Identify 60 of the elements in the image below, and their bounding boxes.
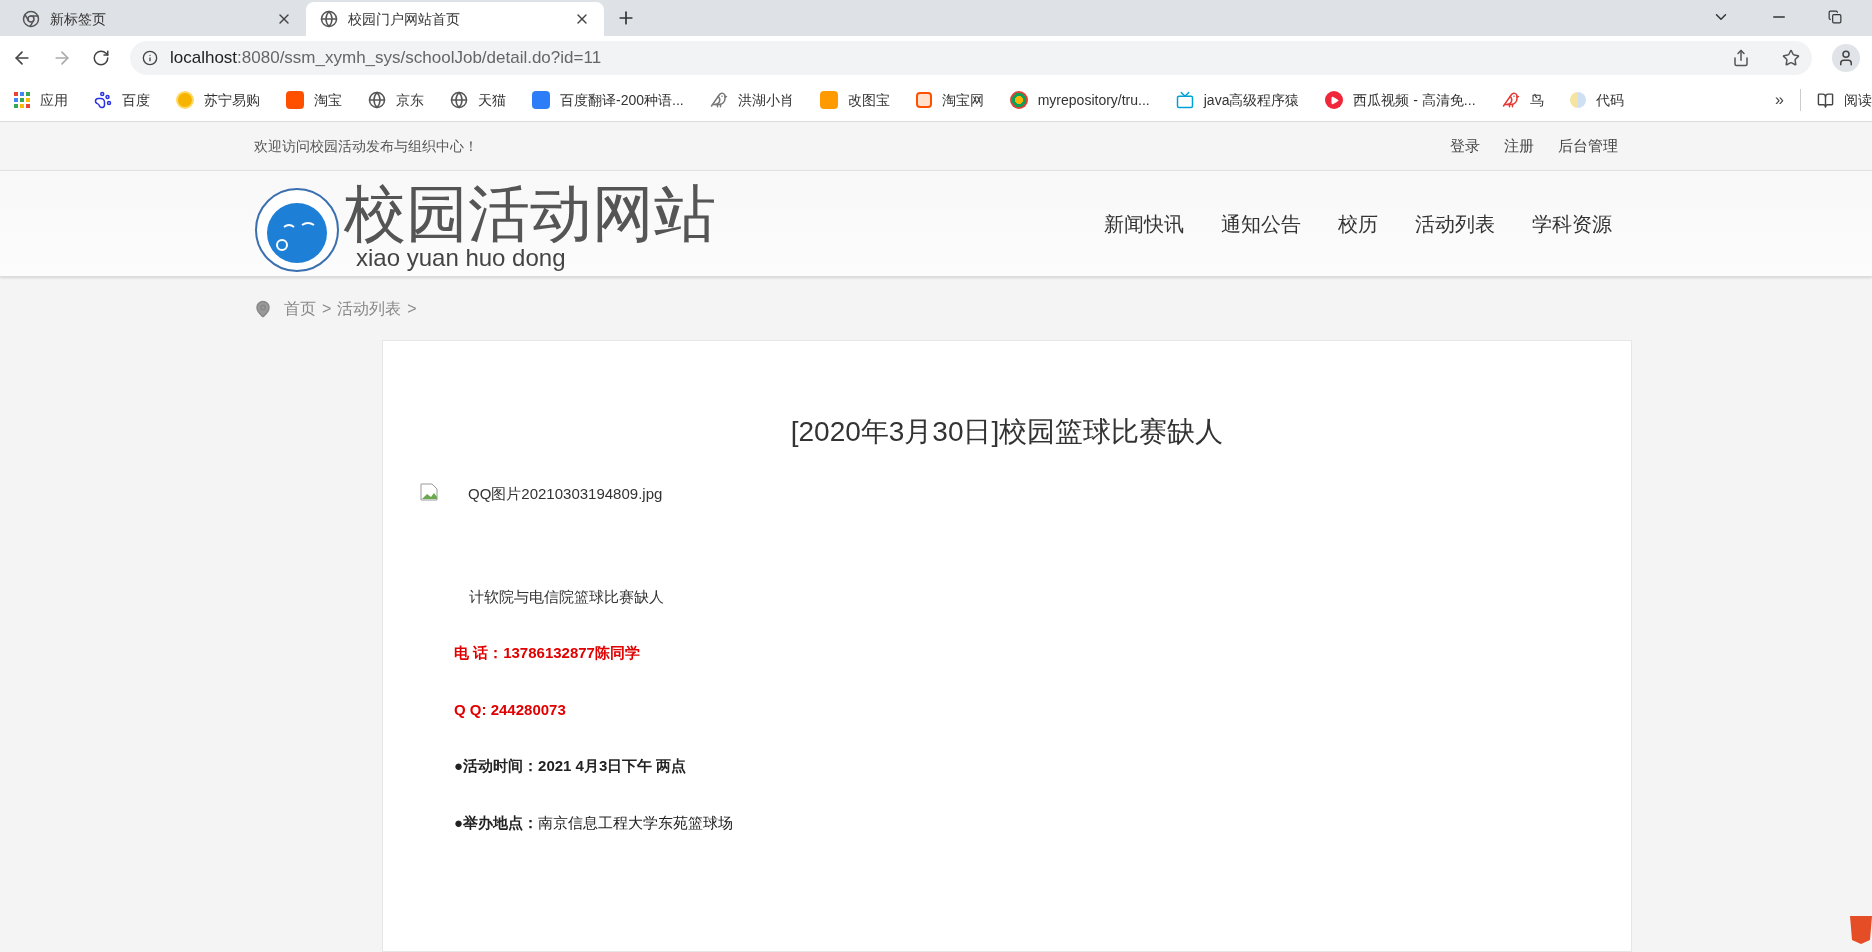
bookmark-link[interactable]: 天猫: [478, 89, 506, 111]
top-link[interactable]: 注册: [1504, 134, 1534, 158]
orb-icon: [1009, 91, 1028, 109]
broken-image-icon: [420, 483, 438, 501]
profile-avatar[interactable]: [1832, 43, 1860, 72]
contact-line: 电 话：13786132877陈同学: [453, 643, 641, 663]
bookmark-link[interactable]: 应用: [40, 89, 68, 111]
globe-icon: [450, 91, 468, 109]
reload-icon[interactable]: [92, 48, 110, 67]
bookmark-link[interactable]: 百度翻译-200种语...: [560, 89, 684, 111]
breadcrumb-separator: >: [407, 298, 417, 319]
chrome-icon: [22, 10, 40, 28]
paragraph: 计软院与电信院篮球比赛缺人: [468, 586, 665, 607]
globe-icon: [320, 10, 338, 28]
top-link[interactable]: 后台管理: [1558, 134, 1618, 158]
nav-link[interactable]: 校历: [1338, 208, 1378, 239]
bird-icon: [709, 91, 728, 109]
bookmark-link[interactable]: 百度: [122, 89, 150, 111]
nav-link[interactable]: 活动列表: [1415, 208, 1495, 239]
nav-link[interactable]: 新闻快讯: [1104, 208, 1184, 239]
address-field[interactable]: localhost:8080/ssm_xymh_sys/schoolJob/detail.do?id=11: [130, 40, 1812, 75]
info-line: ●活动时间：2021 4月3日下午 两点: [453, 756, 688, 776]
bookmark-link[interactable]: 改图宝: [847, 89, 890, 111]
bookmark-link[interactable]: java高级程序猿: [1203, 89, 1300, 111]
play-icon: [1325, 91, 1344, 109]
bookmark-link[interactable]: myrepository/tru...: [1037, 89, 1150, 111]
browser-tab[interactable]: 校园门户网站首页: [306, 2, 604, 36]
bookmark-link[interactable]: 鸟: [1529, 89, 1544, 111]
bookmark-link[interactable]: 苏宁易购: [204, 89, 260, 111]
contact-line: Q Q: 244280073: [453, 699, 567, 720]
nav-link[interactable]: 学科资源: [1532, 208, 1612, 239]
reading-list-link[interactable]: 阅读: [1844, 89, 1872, 111]
grid-icon: [14, 92, 30, 108]
app-square-icon: [819, 91, 838, 109]
bookmark-link[interactable]: 京东: [396, 89, 424, 111]
reading-list-icon[interactable]: [1817, 91, 1834, 109]
restore-icon[interactable]: [1828, 10, 1842, 24]
top-link[interactable]: 登录: [1450, 134, 1480, 158]
nav-link[interactable]: 通知公告: [1221, 208, 1301, 239]
image-alt-text: QQ图片20210303194809.jpg: [468, 484, 663, 504]
bookmark-link[interactable]: 洪湖小肖: [737, 89, 794, 111]
bookmark-link[interactable]: 淘宝网: [941, 89, 984, 111]
globe-icon: [368, 91, 386, 109]
html5-icon: [1850, 916, 1872, 944]
paw-icon: [94, 91, 112, 109]
share-icon[interactable]: [1732, 48, 1750, 67]
breadcrumb-separator: >: [322, 298, 332, 319]
info-icon: [142, 49, 158, 66]
star-icon[interactable]: [1782, 48, 1800, 67]
location-pin-icon: [254, 299, 272, 318]
article-title: [2020年3月30日]校园篮球比赛缺人: [789, 415, 1225, 449]
bird-icon: [1501, 91, 1520, 109]
info-line: ●举办地点：南京信息工程大学东苑篮球场: [453, 812, 735, 833]
browser-tab[interactable]: 新标签页: [8, 2, 306, 36]
tv-icon: [1175, 91, 1194, 109]
bookmark-link[interactable]: 代码: [1595, 89, 1624, 111]
bookmark-link[interactable]: 淘宝: [314, 89, 342, 111]
bookmark-link[interactable]: 西瓜视频 - 高清免...: [1353, 89, 1476, 111]
more-bookmarks-button[interactable]: »: [1775, 88, 1784, 112]
welcome-text: 欢迎访问校园活动发布与组织中心！: [254, 136, 478, 156]
